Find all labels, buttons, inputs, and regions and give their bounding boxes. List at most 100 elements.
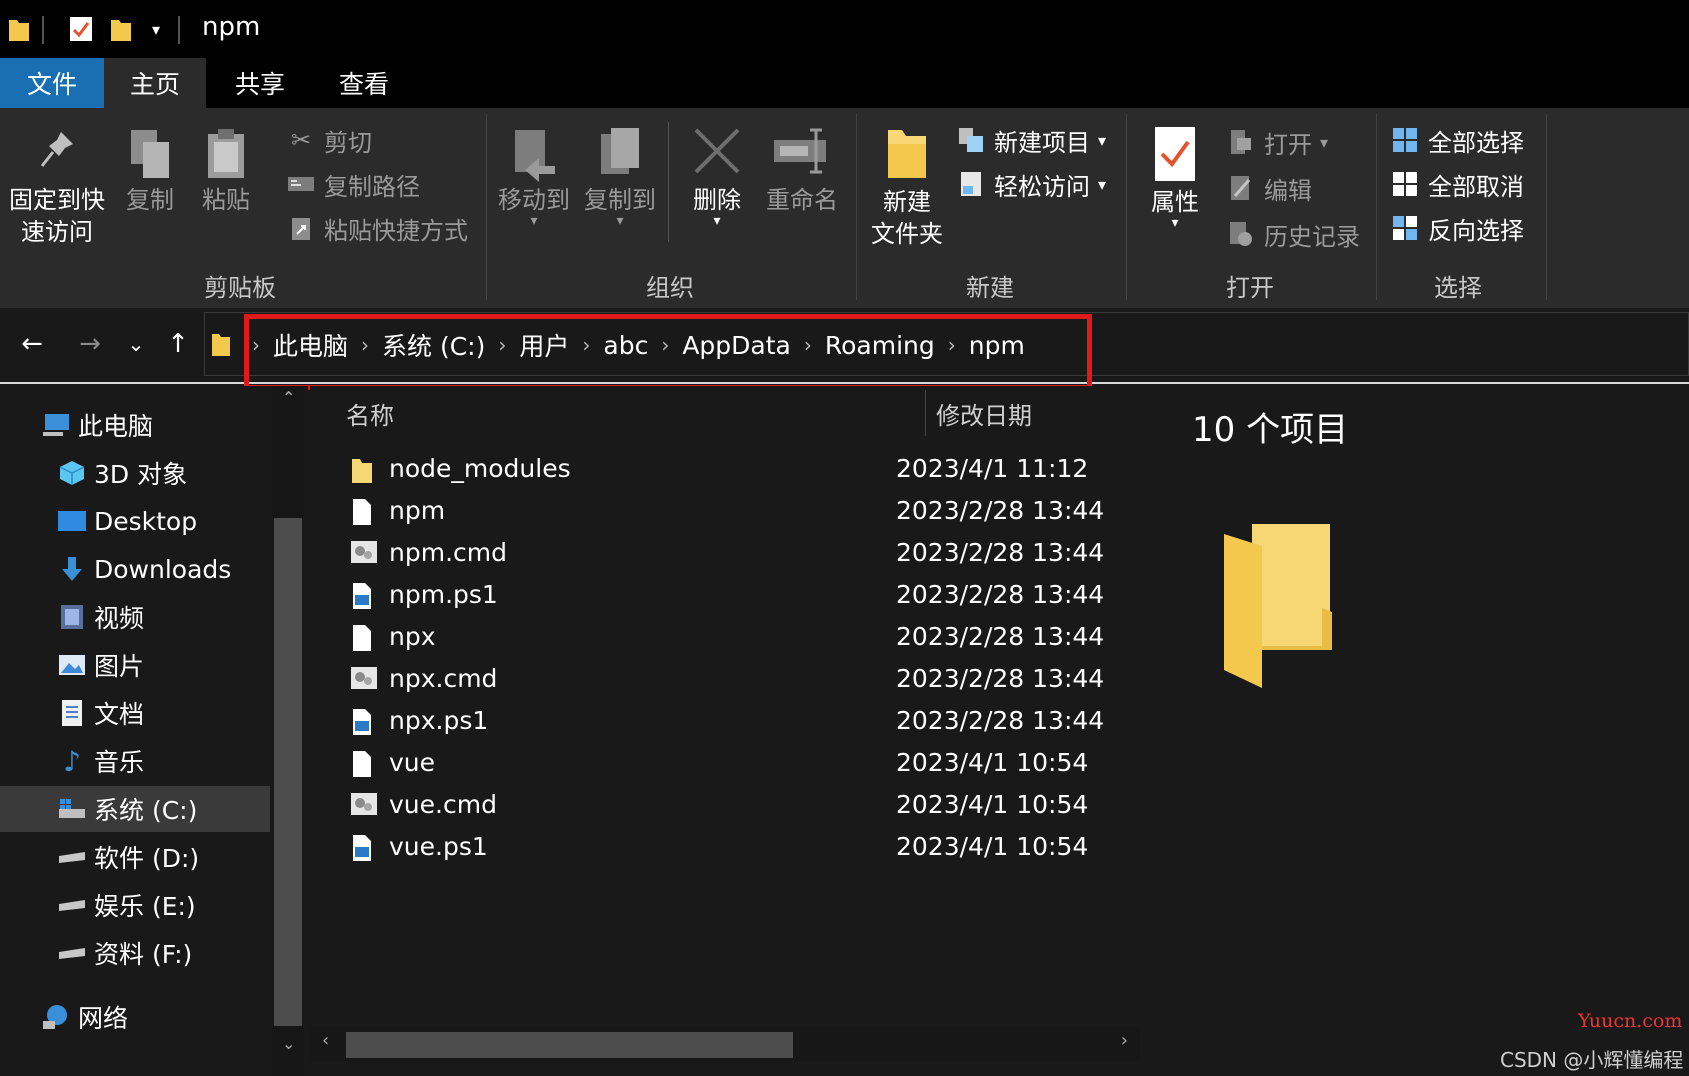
scroll-left-icon[interactable]: ‹ bbox=[322, 1030, 329, 1051]
move-to-button[interactable]: 移动到 ▾ bbox=[494, 126, 574, 228]
copy-button[interactable]: 复制 bbox=[118, 126, 182, 216]
sidebar-item-data-f[interactable]: 资料 (F:) bbox=[0, 930, 270, 976]
forward-arrow-icon[interactable]: → bbox=[72, 326, 108, 362]
file-name: vue.cmd bbox=[389, 790, 497, 819]
sidebar-item-videos[interactable]: 视频 bbox=[0, 594, 270, 640]
history-button[interactable]: 历史记录 bbox=[1226, 216, 1360, 252]
file-date: 2023/2/28 13:44 bbox=[896, 664, 1105, 693]
back-arrow-icon[interactable]: ← bbox=[14, 326, 50, 362]
up-arrow-icon[interactable]: ↑ bbox=[160, 326, 196, 362]
sidebar-item-3d-objects[interactable]: 3D 对象 bbox=[0, 450, 270, 496]
group-label-select: 选择 bbox=[1434, 274, 1482, 302]
column-header-date[interactable]: 修改日期 bbox=[936, 396, 1032, 431]
sidebar-item-network[interactable]: 网络 bbox=[0, 994, 270, 1040]
sidebar-item-entertainment-e[interactable]: 娱乐 (E:) bbox=[0, 882, 270, 928]
select-none-button[interactable]: 全部取消 bbox=[1390, 166, 1524, 202]
ribbon-tabs: 文件 主页 共享 查看 bbox=[0, 58, 1689, 108]
large-folder-icon bbox=[1222, 520, 1342, 692]
recent-locations-chevron-icon[interactable]: ⌄ bbox=[118, 326, 154, 362]
ribbon: 固定到快 速访问 复制 粘贴 ✂ 剪切 复制路径 粘贴快捷方式 剪贴板 移动到 ▾… bbox=[0, 108, 1689, 308]
move-to-icon bbox=[494, 126, 574, 184]
file-row[interactable]: npm.cmd 2023/2/28 13:44 bbox=[350, 534, 1120, 576]
desktop-icon bbox=[56, 505, 88, 537]
file-name: npm.cmd bbox=[389, 538, 507, 567]
new-folder-button[interactable]: 新建 文件夹 bbox=[866, 124, 948, 250]
scroll-up-icon[interactable]: ⌃ bbox=[282, 388, 295, 407]
sidebar-item-downloads[interactable]: Downloads bbox=[0, 546, 270, 592]
new-item-button[interactable]: 新建项目 ▾ bbox=[956, 122, 1106, 158]
tab-view[interactable]: 查看 bbox=[314, 58, 414, 108]
file-row[interactable]: npx.ps1 2023/2/28 13:44 bbox=[350, 702, 1120, 744]
column-divider[interactable] bbox=[925, 390, 926, 436]
file-name: npx.ps1 bbox=[389, 706, 489, 735]
paste-shortcut-button[interactable]: 粘贴快捷方式 bbox=[286, 210, 468, 246]
horizontal-scroll-thumb[interactable] bbox=[346, 1032, 793, 1058]
file-row[interactable]: npx.cmd 2023/2/28 13:44 bbox=[350, 660, 1120, 702]
rename-button[interactable]: 重命名 bbox=[760, 126, 844, 216]
copy-path-button[interactable]: 复制路径 bbox=[286, 166, 420, 202]
file-row[interactable]: vue.ps1 2023/4/1 10:54 bbox=[350, 828, 1120, 870]
edit-icon bbox=[1226, 173, 1256, 203]
item-count: 10 个项目 bbox=[1192, 410, 1349, 450]
sidebar-item-music[interactable]: ♪ 音乐 bbox=[0, 738, 270, 784]
separator bbox=[1546, 114, 1547, 300]
music-icon: ♪ bbox=[63, 744, 81, 778]
file-list: 名称 修改日期 node_modules 2023/4/1 11:12 npm … bbox=[310, 386, 1140, 1076]
delete-x-icon bbox=[682, 126, 752, 184]
paste-icon bbox=[196, 126, 256, 184]
file-name: npx bbox=[389, 622, 436, 651]
properties-quick-icon[interactable] bbox=[66, 14, 96, 44]
pin-to-quick-access-button[interactable]: 固定到快 速访问 bbox=[6, 128, 108, 248]
separator bbox=[856, 114, 857, 300]
tab-home[interactable]: 主页 bbox=[104, 58, 206, 108]
preview-pane: 10 个项目 bbox=[1140, 386, 1689, 1076]
scroll-down-icon[interactable]: ⌄ bbox=[282, 1034, 295, 1053]
sidebar-scroll-thumb[interactable] bbox=[274, 518, 302, 1026]
new-folder-icon bbox=[866, 124, 948, 186]
new-folder-quick-icon[interactable] bbox=[106, 14, 136, 44]
easy-access-button[interactable]: 轻松访问 ▾ bbox=[956, 166, 1106, 202]
properties-button[interactable]: 属性 ▾ bbox=[1140, 124, 1210, 230]
highlight-box bbox=[244, 314, 1092, 390]
invert-selection-button[interactable]: 反向选择 bbox=[1390, 210, 1524, 246]
group-label-clipboard: 剪贴板 bbox=[204, 274, 276, 302]
paste-button[interactable]: 粘贴 bbox=[196, 126, 256, 216]
tab-share[interactable]: 共享 bbox=[210, 58, 310, 108]
drive-icon bbox=[56, 841, 88, 873]
column-header-name[interactable]: 名称 bbox=[346, 396, 394, 431]
cut-button[interactable]: ✂ 剪切 bbox=[286, 122, 372, 158]
sidebar-item-pictures[interactable]: 图片 bbox=[0, 642, 270, 688]
blank-file-icon bbox=[350, 623, 380, 655]
pin-icon bbox=[6, 128, 108, 184]
file-row[interactable]: npx 2023/2/28 13:44 bbox=[350, 618, 1120, 660]
group-label-organize: 组织 bbox=[646, 274, 694, 302]
file-row[interactable]: vue 2023/4/1 10:54 bbox=[350, 744, 1120, 786]
powershell-file-icon bbox=[350, 833, 380, 865]
file-row[interactable]: vue.cmd 2023/4/1 10:54 bbox=[350, 786, 1120, 828]
file-date: 2023/4/1 10:54 bbox=[896, 748, 1089, 777]
select-all-button[interactable]: 全部选择 bbox=[1390, 122, 1524, 158]
navigation-pane: 此电脑 3D 对象 Desktop Downloads 视频 图片 文档 ♪ 音… bbox=[0, 386, 308, 1076]
folder-icon bbox=[6, 14, 32, 44]
tab-file[interactable]: 文件 bbox=[0, 58, 104, 108]
open-button[interactable]: 打开 ▾ bbox=[1226, 124, 1328, 160]
scroll-right-icon[interactable]: › bbox=[1121, 1030, 1128, 1051]
delete-button[interactable]: 删除 ▾ bbox=[682, 126, 752, 228]
cmd-file-icon bbox=[350, 791, 380, 823]
file-name: vue bbox=[389, 748, 436, 777]
sidebar-item-software-d[interactable]: 软件 (D:) bbox=[0, 834, 270, 880]
paste-shortcut-icon bbox=[286, 213, 316, 243]
video-icon bbox=[56, 601, 88, 633]
sidebar-item-documents[interactable]: 文档 bbox=[0, 690, 270, 736]
file-name: npm.ps1 bbox=[389, 580, 498, 609]
sidebar-item-system-c[interactable]: 系统 (C:) bbox=[0, 786, 270, 832]
file-row[interactable]: node_modules 2023/4/1 11:12 bbox=[350, 450, 1120, 492]
edit-button[interactable]: 编辑 bbox=[1226, 170, 1312, 206]
sidebar-item-desktop[interactable]: Desktop bbox=[0, 498, 270, 544]
customize-toolbar-icon[interactable]: ▾ bbox=[144, 14, 168, 44]
sidebar-item-this-pc[interactable]: 此电脑 bbox=[0, 402, 270, 448]
scissors-icon: ✂ bbox=[290, 126, 312, 154]
file-row[interactable]: npm 2023/2/28 13:44 bbox=[350, 492, 1120, 534]
file-row[interactable]: npm.ps1 2023/2/28 13:44 bbox=[350, 576, 1120, 618]
copy-to-button[interactable]: 复制到 ▾ bbox=[580, 126, 660, 228]
